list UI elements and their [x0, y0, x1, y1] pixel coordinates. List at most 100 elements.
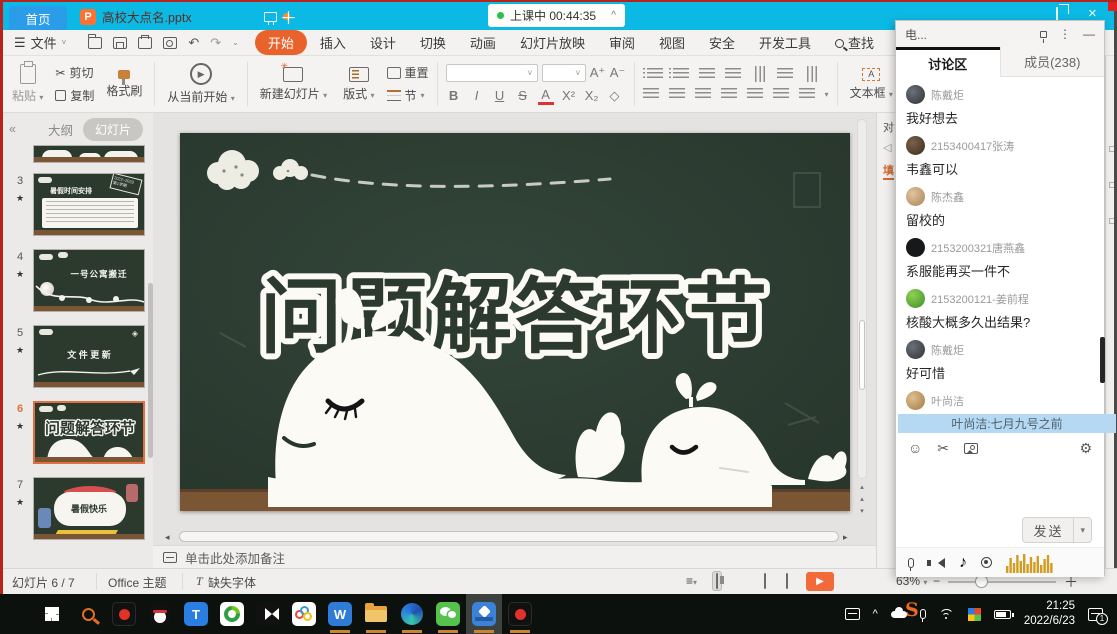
clear-format-button[interactable]: ◇	[607, 88, 623, 104]
strike-button[interactable]: S	[515, 88, 531, 103]
class-timer-pill[interactable]: 上课中 00:44:35 ^	[488, 4, 625, 27]
chat-header[interactable]: 电... ⋮ —	[896, 21, 1104, 47]
send-button[interactable]: 发送 ▾	[1022, 517, 1092, 543]
theme-name[interactable]: Office 主题	[108, 574, 166, 591]
align-left-icon[interactable]	[643, 88, 659, 100]
scroll-up-icon[interactable]: ▴	[860, 483, 864, 491]
slide-thumbnail-4[interactable]: 一号公寓搬迁	[33, 249, 145, 312]
tab-slides[interactable]: 幻灯片	[83, 118, 143, 141]
vertical-scrollbar-thumb[interactable]	[859, 320, 865, 390]
undo-icon[interactable]: ↶	[188, 35, 199, 51]
align-text-icon[interactable]	[805, 66, 817, 82]
wps-app[interactable]: W	[322, 594, 358, 634]
more-options-icon[interactable]: ⋮	[1059, 27, 1071, 41]
distribute-icon[interactable]	[747, 88, 763, 100]
tab-view[interactable]: 视图	[648, 30, 696, 55]
pinned-notice[interactable]: 叶尚洁:七月九号之前	[898, 414, 1116, 433]
italic-button[interactable]: I	[469, 88, 485, 103]
decrease-indent-icon[interactable]	[699, 68, 715, 80]
slide-thumbnail-2-partial[interactable]	[33, 145, 145, 163]
textbox-button[interactable]: A 文本框 ▾	[846, 68, 897, 101]
horizontal-scrollbar[interactable]	[179, 531, 839, 542]
tab-outline[interactable]: 大纲	[48, 120, 73, 139]
scroll-left-icon[interactable]: ◂	[165, 532, 170, 543]
chat-scrollbar-thumb[interactable]	[1100, 337, 1105, 383]
send-options-icon[interactable]: ▾	[1073, 518, 1091, 542]
tab-review[interactable]: 审阅	[598, 30, 646, 55]
save-icon[interactable]	[113, 37, 127, 49]
slide-thumbnail-7[interactable]: 暑假快乐	[33, 477, 145, 540]
next-slide-icon[interactable]: ▾	[860, 507, 864, 515]
tab-slideshow[interactable]: 幻灯片放映	[509, 30, 596, 55]
collapse-panel-button[interactable]: «	[9, 122, 16, 136]
cut-button[interactable]: ✂剪切	[55, 64, 94, 81]
bullets-icon[interactable]	[647, 68, 663, 80]
docs-app[interactable]	[286, 594, 322, 634]
reset-button[interactable]: 重置	[387, 64, 429, 81]
document-tab[interactable]: P 高校大点名.pptx	[72, 3, 298, 30]
collapse-timer-icon[interactable]: ^	[611, 10, 616, 21]
tab-discussion[interactable]: 讨论区	[896, 47, 1000, 77]
tab-security[interactable]: 安全	[698, 30, 746, 55]
tab-insert[interactable]: 插入	[309, 30, 357, 55]
notes-toggle-icon[interactable]: ≡▾	[686, 574, 697, 588]
font-color-button[interactable]: A	[538, 87, 554, 105]
line-spacing-icon[interactable]	[773, 88, 789, 100]
paragraph-spacing-icon[interactable]	[799, 88, 815, 100]
prev-slide-icon[interactable]: ▴	[860, 495, 864, 503]
more-commands-icon[interactable]: ⌄	[232, 38, 239, 47]
slide-thumbnail-3[interactable]: 暑假时间安排 2022~2023第1学期	[33, 173, 145, 236]
minimize-icon[interactable]: —	[1083, 27, 1095, 41]
justify-icon[interactable]	[721, 88, 737, 100]
tab-animation[interactable]: 动画	[459, 30, 507, 55]
slide-canvas[interactable]: 问题解答环节	[180, 133, 850, 511]
edge-browser[interactable]	[394, 594, 430, 634]
music-icon[interactable]: ♪	[959, 554, 967, 572]
chat-input[interactable]	[896, 461, 1104, 515]
redo-icon[interactable]: ↷	[210, 35, 221, 51]
send-image-icon[interactable]	[964, 443, 978, 454]
battery-icon[interactable]	[994, 610, 1011, 619]
normal-view-button[interactable]	[712, 571, 722, 591]
tab-find[interactable]: 查找	[824, 30, 885, 55]
pin-icon[interactable]	[1040, 31, 1047, 38]
copy-button[interactable]: 复制	[55, 87, 94, 104]
paste-button[interactable]: 粘贴 ▾	[8, 64, 47, 104]
clock[interactable]: 21:25 2022/6/23	[1024, 599, 1075, 629]
screen-recorder-app[interactable]	[106, 594, 142, 634]
webcam-icon[interactable]	[981, 557, 992, 568]
presenter-view-button[interactable]	[786, 574, 788, 588]
xuexitong-app[interactable]	[466, 594, 502, 634]
slideshow-play-button[interactable]: ▶	[806, 572, 834, 591]
zoom-slider[interactable]	[948, 581, 1056, 583]
search-button[interactable]	[70, 594, 106, 634]
slide-thumbnail-5[interactable]: ◈ 文 件 更 新	[33, 325, 145, 388]
blue-t-app[interactable]: T	[178, 594, 214, 634]
fill-tab[interactable]: 填	[883, 162, 894, 180]
wechat-app[interactable]	[430, 594, 466, 634]
hidden-icons-chevron[interactable]: ^	[873, 608, 878, 620]
numbering-icon[interactable]	[673, 68, 689, 80]
tab-devtools[interactable]: 开发工具	[748, 30, 822, 55]
notes-bar[interactable]: 单击此处添加备注	[153, 545, 876, 568]
screenshot-icon[interactable]: ✂	[937, 440, 949, 457]
increase-indent-icon[interactable]	[725, 68, 741, 80]
wifi-icon[interactable]	[939, 609, 955, 620]
start-button[interactable]	[34, 594, 70, 634]
ms-grid-icon[interactable]	[968, 608, 981, 621]
text-direction-icon[interactable]	[753, 66, 765, 82]
columns-icon[interactable]	[777, 68, 793, 80]
message-list[interactable]: 陈戴炬 我好想去 2153400417张涛 韦鑫可以 陈杰鑫 留校的 21532…	[896, 77, 1104, 415]
slide-thumbnail-6-selected[interactable]: 问题解答环节	[33, 401, 145, 464]
bold-button[interactable]: B	[446, 88, 462, 103]
format-painter-button[interactable]: 格式刷	[102, 70, 146, 99]
scroll-right-icon[interactable]: ▸	[843, 532, 848, 543]
tab-transition[interactable]: 切换	[409, 30, 457, 55]
file-explorer[interactable]	[358, 594, 394, 634]
open-icon[interactable]	[88, 37, 102, 49]
align-center-icon[interactable]	[669, 88, 685, 100]
tab-home[interactable]: 开始	[255, 30, 307, 55]
notification-icon[interactable]: 1	[1088, 608, 1103, 621]
font-family-select[interactable]: ˅	[446, 64, 538, 82]
font-size-select[interactable]: ˅	[542, 64, 586, 82]
